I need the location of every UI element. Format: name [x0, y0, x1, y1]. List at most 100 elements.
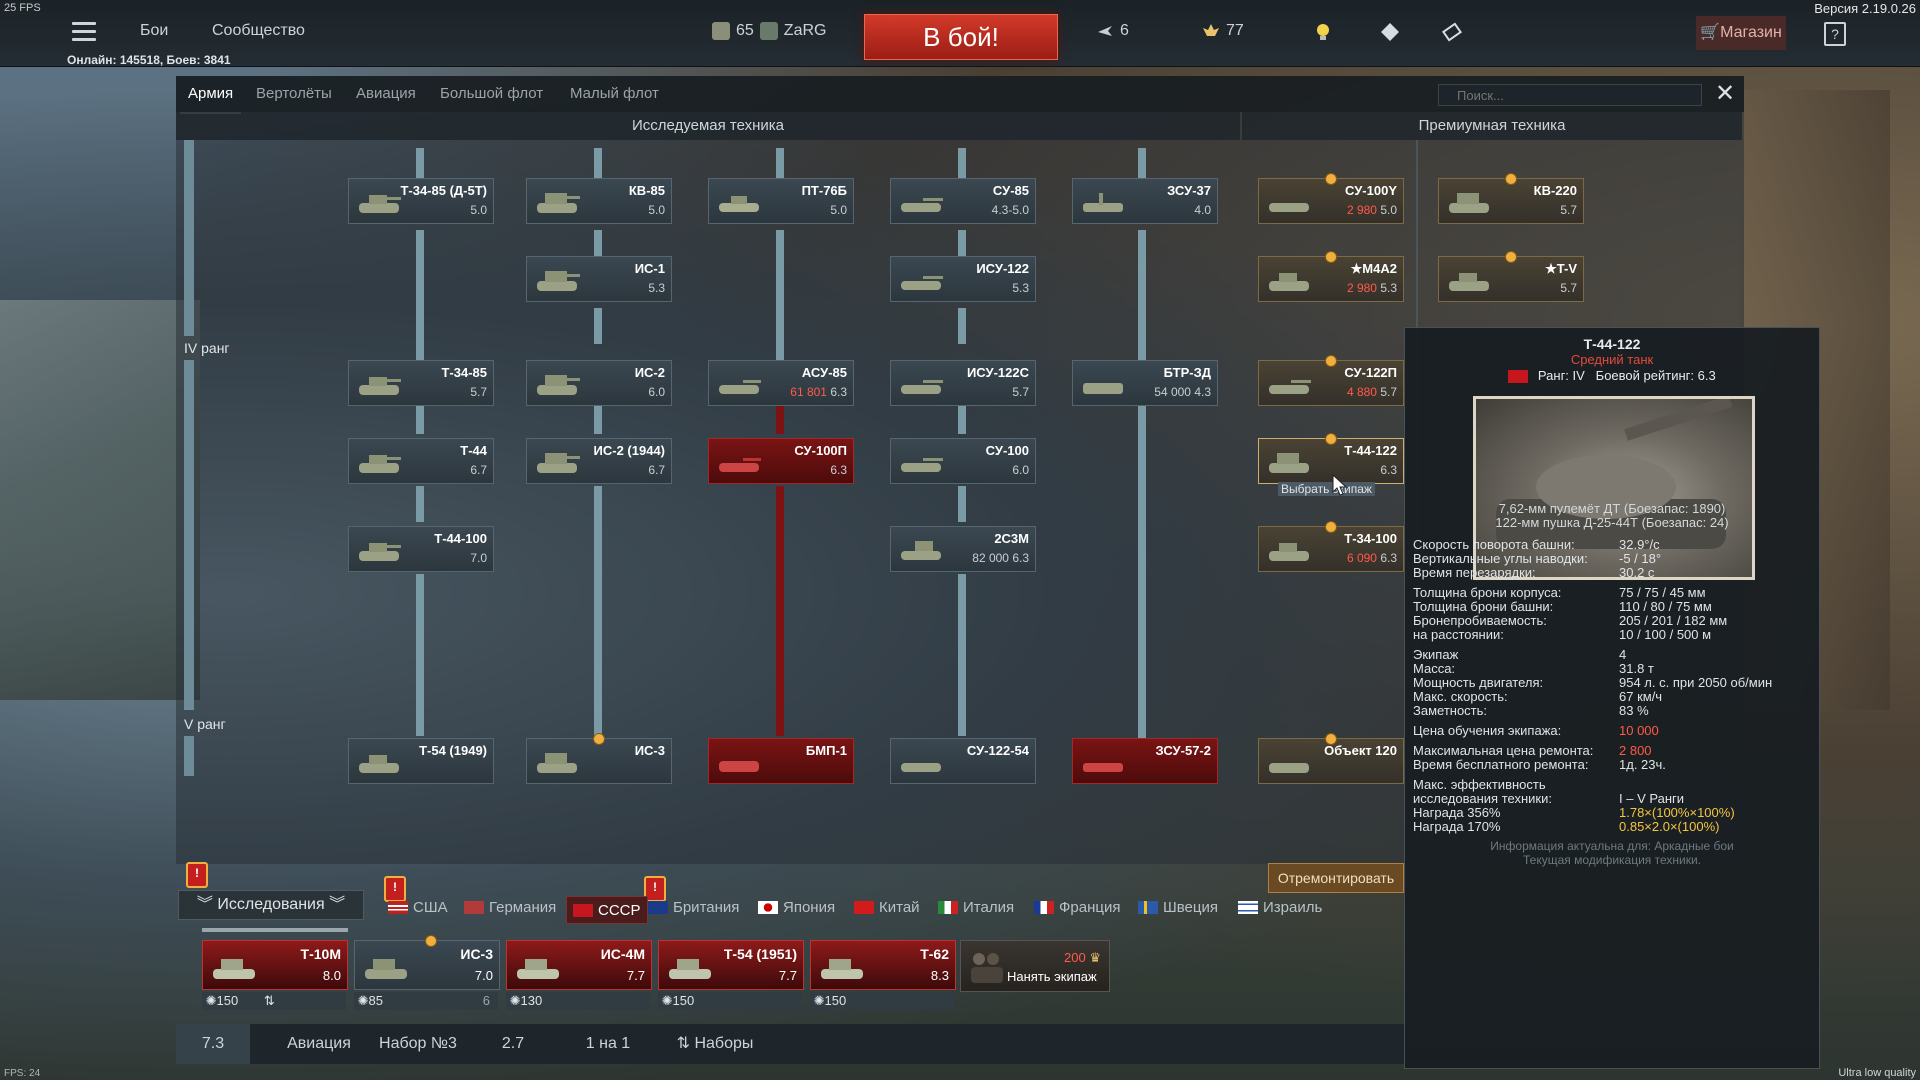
tank-icon — [1269, 763, 1309, 773]
crew-vehicle-name: ИС-4М — [600, 946, 645, 962]
preset-set[interactable]: Набор №3 — [366, 1024, 470, 1064]
crew-icon: ✺ — [205, 993, 217, 1008]
rank-bar — [184, 736, 194, 776]
vehicle-name: Т-34-100 — [1344, 531, 1397, 546]
vehicle-card[interactable]: Т-54 (1949) — [348, 738, 494, 784]
presets-button[interactable]: ⇅ Наборы — [660, 1024, 770, 1064]
tank-icon — [359, 195, 401, 213]
crew-slot[interactable]: Т-10М 8.0 — [202, 940, 348, 990]
vehicle-card[interactable]: ЗСУ-37 4.0 — [1072, 178, 1218, 224]
vehicle-card[interactable]: Т-44 6.7 — [348, 438, 494, 484]
vehicle-card[interactable]: КВ-85 5.0 — [526, 178, 672, 224]
premium-vehicle-card[interactable]: ★М4А2 2 980 5.3 — [1258, 251, 1404, 302]
crew-slot[interactable]: ИС-3 7.0 — [354, 935, 500, 990]
crew-extra: 6 — [482, 993, 490, 1008]
nav-battles[interactable]: Бои — [140, 22, 168, 40]
purchase-cost: 2 980 — [1346, 203, 1377, 217]
premium-vehicle-card[interactable]: СУ-122П 4 880 5.7 — [1258, 355, 1404, 406]
nation-israel[interactable]: Израиль — [1238, 899, 1322, 916]
tab-coastal-fleet[interactable]: Малый флот — [570, 85, 659, 102]
vehicle-card[interactable]: ИС-1 5.3 — [526, 256, 672, 302]
vehicle-card[interactable]: ИС-2 (1944) 6.7 — [526, 438, 672, 484]
vehicle-card-locked[interactable]: БМП-1 — [708, 738, 854, 784]
active-slot-indicator — [202, 928, 348, 932]
vehicle-card[interactable]: ИС-2 6.0 — [526, 360, 672, 406]
crew-vehicle-name: Т-62 — [920, 946, 949, 962]
eagles-counter[interactable]: 77 — [1202, 22, 1244, 40]
premium-vehicle-card-selected[interactable]: Т-44-122 6.3 — [1258, 433, 1404, 484]
hire-crew-button[interactable]: 200 ♛ Нанять экипаж — [960, 940, 1110, 992]
tank-destroyer-icon — [719, 458, 761, 472]
vehicle-card[interactable]: ИСУ-122С 5.7 — [890, 360, 1036, 406]
premium-vehicle-card[interactable]: Объект 120 — [1258, 733, 1404, 784]
close-icon[interactable]: ✕ — [1712, 82, 1738, 108]
nation-germany[interactable]: Германия — [464, 899, 556, 916]
premium-vehicles-counter[interactable]: 6 — [1096, 22, 1129, 40]
repair-all-button[interactable]: Отремонтировать — [1268, 863, 1404, 893]
nation-label: Италия — [963, 899, 1015, 916]
research-dropdown[interactable]: ︾ Исследования ︾ — [178, 890, 364, 920]
china-flag-icon — [854, 901, 874, 914]
vehicle-card-locked[interactable]: ЗСУ-57-2 — [1072, 738, 1218, 784]
coupon-icon[interactable] — [1442, 22, 1462, 42]
help-button[interactable]: ? — [1824, 22, 1846, 46]
premium-vehicle-card[interactable]: ★T-V 5.7 — [1438, 251, 1584, 302]
tab-helicopters[interactable]: Вертолёты — [256, 85, 332, 102]
vehicle-card[interactable]: ИСУ-122 5.3 — [890, 256, 1036, 302]
nation-sweden[interactable]: Швеция — [1138, 899, 1218, 916]
vehicle-card[interactable]: БТР-ЗД 54 000 4.3 — [1072, 360, 1218, 406]
crew-slot[interactable]: Т-54 (1951) 7.7 — [658, 940, 804, 990]
crew-slot[interactable]: Т-62 8.3 — [810, 940, 956, 990]
to-battle-button[interactable]: В бой! — [864, 14, 1058, 60]
premium-vehicle-card[interactable]: Т-34-100 6 090 6.3 — [1258, 521, 1404, 572]
premium-vehicle-card[interactable]: СУ-100Y 2 980 5.0 — [1258, 173, 1404, 224]
vehicle-card[interactable]: АСУ-85 61 801 6.3 — [708, 360, 854, 406]
tab-army[interactable]: Армия — [179, 85, 242, 114]
decal-icon[interactable] — [1380, 22, 1400, 42]
tooltip-rank-row: Ранг: IV Боевой рейтинг: 6.3 — [1405, 368, 1819, 384]
battle-rating-selector[interactable]: 7.3 — [176, 1024, 250, 1064]
tree-line — [958, 486, 966, 522]
vehicle-card[interactable]: Т-34-85 (Д-5Т) 5.0 — [348, 178, 494, 224]
select-crew-hint[interactable]: Выбрать экипаж — [1278, 482, 1375, 496]
tab-aviation[interactable]: Авиация — [356, 85, 416, 102]
mode-aviation[interactable]: Авиация — [272, 1024, 366, 1064]
crew-icon: ✺ — [661, 993, 673, 1008]
vehicle-card[interactable]: ИС-3 — [526, 733, 672, 784]
vehicle-card[interactable]: Т-34-85 5.7 — [348, 360, 494, 406]
tab-bluewater-fleet[interactable]: Большой флот — [440, 85, 543, 102]
shop-button[interactable]: 🛒Магазин — [1696, 16, 1786, 50]
vehicle-card[interactable]: 2С3М 82 000 6.3 — [890, 526, 1036, 572]
tank-destroyer-icon — [1269, 203, 1309, 212]
nation-italy[interactable]: Италия — [938, 899, 1014, 916]
vehicle-card[interactable]: Т-44-100 7.0 — [348, 526, 494, 572]
tree-line — [776, 230, 784, 360]
player-profile[interactable]: 65 ZaRG — [712, 22, 826, 40]
search-input[interactable] — [1438, 84, 1702, 106]
chevron-right-icon: ︾ — [329, 896, 346, 913]
battle-rating: 6.3 — [830, 463, 847, 477]
nation-china[interactable]: Китай — [854, 899, 920, 916]
vehicle-card-locked[interactable]: СУ-100П 6.3 — [708, 438, 854, 484]
lightbulb-icon[interactable] — [1314, 22, 1332, 42]
nation-usa[interactable]: США — [388, 899, 448, 916]
nation-britain[interactable]: Британия — [648, 899, 739, 916]
vehicle-card[interactable]: ПТ-76Б 5.0 — [708, 178, 854, 224]
vehicle-card[interactable]: СУ-85 4.3-5.0 — [890, 178, 1036, 224]
hamburger-menu-icon[interactable] — [72, 22, 96, 42]
tank-destroyer-icon — [719, 380, 761, 394]
set-rating[interactable]: 2.7 — [476, 1024, 550, 1064]
tree-line — [1138, 398, 1146, 738]
swap-icon[interactable]: ⇅ — [264, 993, 275, 1008]
mode-duel[interactable]: 1 на 1 — [556, 1024, 660, 1064]
nav-community[interactable]: Сообщество — [212, 22, 305, 40]
tank-icon — [1449, 193, 1489, 213]
nation-france[interactable]: Франция — [1034, 899, 1120, 916]
nation-ussr[interactable]: СССР — [566, 896, 648, 924]
nation-japan[interactable]: Япония — [758, 899, 835, 916]
vehicle-card[interactable]: СУ-122-54 — [890, 738, 1036, 784]
vehicle-card[interactable]: СУ-100 6.0 — [890, 438, 1036, 484]
premium-vehicle-card[interactable]: КВ-220 5.7 — [1438, 173, 1584, 224]
crew-slot[interactable]: ИС-4М 7.7 — [506, 940, 652, 990]
tooltip-footnote: Текущая модификация техники. — [1522, 853, 1702, 867]
